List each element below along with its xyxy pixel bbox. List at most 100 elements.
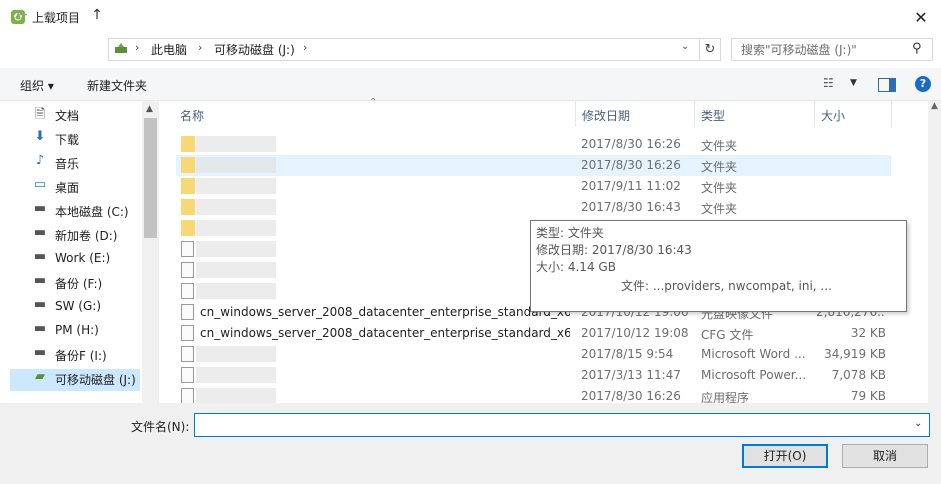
redacted-filename <box>196 262 276 278</box>
sidebar-item[interactable]: ♪ 音乐 <box>10 153 140 175</box>
sidebar-item-label: 备份F (I:) <box>55 349 107 363</box>
sidebar-item-label: Work (E:) <box>55 251 111 265</box>
organize-menu-button[interactable]: 组织 ▾ <box>20 77 54 94</box>
view-dropdown-button[interactable]: ▼ <box>850 78 857 88</box>
sidebar-item-label: 音乐 <box>55 157 80 171</box>
file-date: 2017/8/30 16:26 <box>581 158 681 172</box>
folder-icon <box>181 157 195 173</box>
cancel-button[interactable]: 取消 <box>842 444 928 468</box>
close-icon: ✕ <box>914 7 928 27</box>
sidebar-item[interactable]: ▬ 本地磁盘 (C:) <box>10 201 140 223</box>
file-row[interactable]: 2017/8/15 9:54 Microsoft Word ... 34,919 K… <box>176 344 891 365</box>
sidebar-item[interactable]: ▬ 新加卷 (D:) <box>10 225 140 247</box>
file-row[interactable]: 2017/3/13 11:47 Microsoft Power... 7,078 K… <box>176 365 891 386</box>
arrow-left-icon: ← <box>16 7 28 23</box>
folder-icon <box>181 220 195 236</box>
file-name: cn_windows_server_2008_datacenter_enterp… <box>200 305 570 319</box>
file-icon <box>181 262 194 278</box>
sidebar-scroll-thumb[interactable] <box>144 118 157 238</box>
drive-icon: ▬ <box>33 225 47 240</box>
address-bar[interactable] <box>108 38 700 61</box>
file-name: cn_windows_server_2008_datacenter_enterp… <box>200 326 570 340</box>
arrow-up-icon: ↑ <box>91 7 103 23</box>
column-divider[interactable] <box>694 101 695 127</box>
breadcrumb-separator: › <box>135 41 140 54</box>
file-row[interactable]: cn_windows_server_2008_datacenter_enterp… <box>176 323 891 344</box>
search-placeholder: 搜索"可移动磁盘 (J:)" <box>741 43 857 57</box>
filename-dropdown-button[interactable]: ⌄ <box>914 418 922 429</box>
sidebar-item-label: SW (G:) <box>55 299 102 313</box>
file-icon <box>181 304 194 320</box>
file-type: 文件夹 <box>701 160 738 174</box>
help-icon[interactable]: ? <box>915 76 931 92</box>
refresh-icon: ↻ <box>704 42 716 57</box>
scroll-up-icon[interactable]: ▲ <box>928 101 941 117</box>
column-header-name[interactable]: 名称 <box>180 107 204 124</box>
sidebar-item-label: 新加卷 (D:) <box>55 229 118 243</box>
sidebar-item[interactable]: ▬ Work (E:) <box>10 249 140 271</box>
column-divider[interactable] <box>891 101 892 127</box>
column-divider[interactable] <box>575 101 576 127</box>
sidebar-item[interactable]: ▬ PM (H:) <box>10 321 140 343</box>
sidebar-item[interactable]: ▬ 备份F (I:) <box>10 345 140 367</box>
redacted-filename <box>196 283 276 299</box>
chevron-down-icon: ⌄ <box>681 41 690 52</box>
search-icon[interactable]: ⚲ <box>912 41 922 56</box>
column-header-size[interactable]: 大小 <box>821 107 845 124</box>
sidebar-item[interactable]: ▭ 桌面 <box>10 177 140 199</box>
file-icon <box>181 241 194 257</box>
file-type: 文件夹 <box>701 139 738 153</box>
tooltip-files: 文件: ...providers, nwcompat, ini, ... <box>621 279 832 293</box>
sidebar-item[interactable]: ▬ SW (G:) <box>10 297 140 319</box>
drive-icon: ▬ <box>33 273 47 288</box>
tooltip-size: 大小: 4.14 GB <box>536 260 616 274</box>
folder-icon <box>181 136 195 152</box>
tooltip-date: 修改日期: 2017/8/30 16:43 <box>536 243 692 257</box>
forward-button[interactable]: → <box>40 6 58 24</box>
filename-input[interactable] <box>194 413 930 437</box>
sidebar-item[interactable]: ▬ 备份 (F:) <box>10 273 140 295</box>
file-list-scrollbar[interactable] <box>928 101 941 403</box>
breadcrumb-removable-drive[interactable]: 可移动磁盘 (J:) <box>214 41 295 58</box>
redacted-filename <box>196 388 276 404</box>
title-bar <box>0 0 941 34</box>
file-row[interactable]: 2017/8/30 16:26 文件夹 <box>176 155 891 176</box>
address-dropdown-button[interactable]: ⌄ <box>681 41 689 52</box>
new-folder-button[interactable]: 新建文件夹 <box>87 77 147 94</box>
sidebar-item-label: 备份 (F:) <box>55 277 103 291</box>
file-date: 2017/10/12 19:08 <box>581 326 689 340</box>
column-header-date[interactable]: 修改日期 <box>582 107 630 124</box>
sidebar-item[interactable]: 🗎 文档 <box>10 105 140 127</box>
preview-pane-icon[interactable] <box>878 78 896 92</box>
scroll-up-icon[interactable]: ▲ <box>146 104 153 114</box>
file-row[interactable]: 2017/9/11 11:02 文件夹 <box>176 176 891 197</box>
redacted-filename <box>196 157 276 173</box>
arrow-right-icon: → <box>43 7 55 23</box>
back-button[interactable]: ← <box>13 6 31 24</box>
refresh-button[interactable]: ↻ <box>700 38 721 61</box>
sidebar-item[interactable]: ⬇ 下载 <box>10 129 140 151</box>
file-date: 2017/8/30 16:26 <box>581 137 681 151</box>
breadcrumb-this-pc[interactable]: 此电脑 <box>151 41 187 58</box>
file-row[interactable]: 2017/8/30 16:26 文件夹 <box>176 134 891 155</box>
file-date: 2017/9/11 11:02 <box>581 179 681 193</box>
column-header-type[interactable]: 类型 <box>701 107 725 124</box>
file-size: 7,078 KB <box>831 368 886 382</box>
drive-icon: ▬ <box>33 249 47 264</box>
sidebar-item[interactable]: ▰ 可移动磁盘 (J:) <box>10 369 140 391</box>
close-button[interactable]: ✕ <box>906 4 936 30</box>
open-button[interactable]: 打开(O) <box>742 444 828 468</box>
file-date: 2017/8/30 16:43 <box>581 200 681 214</box>
file-icon <box>181 325 194 341</box>
file-row[interactable]: 2017/8/30 16:43 文件夹 <box>176 197 891 218</box>
chevron-down-icon: ⌄ <box>914 418 923 429</box>
file-date: 2017/8/15 9:54 <box>581 347 674 361</box>
file-type: Microsoft Power... <box>701 368 807 382</box>
column-divider[interactable] <box>814 101 815 127</box>
drive-icon: ▬ <box>33 297 47 312</box>
recent-locations-button[interactable]: ⌄ <box>63 6 81 24</box>
view-details-icon[interactable]: ☷ <box>823 76 834 90</box>
up-button[interactable]: ↑ <box>88 6 106 24</box>
sidebar-item-label: PM (H:) <box>55 323 99 337</box>
redacted-filename <box>196 220 276 236</box>
